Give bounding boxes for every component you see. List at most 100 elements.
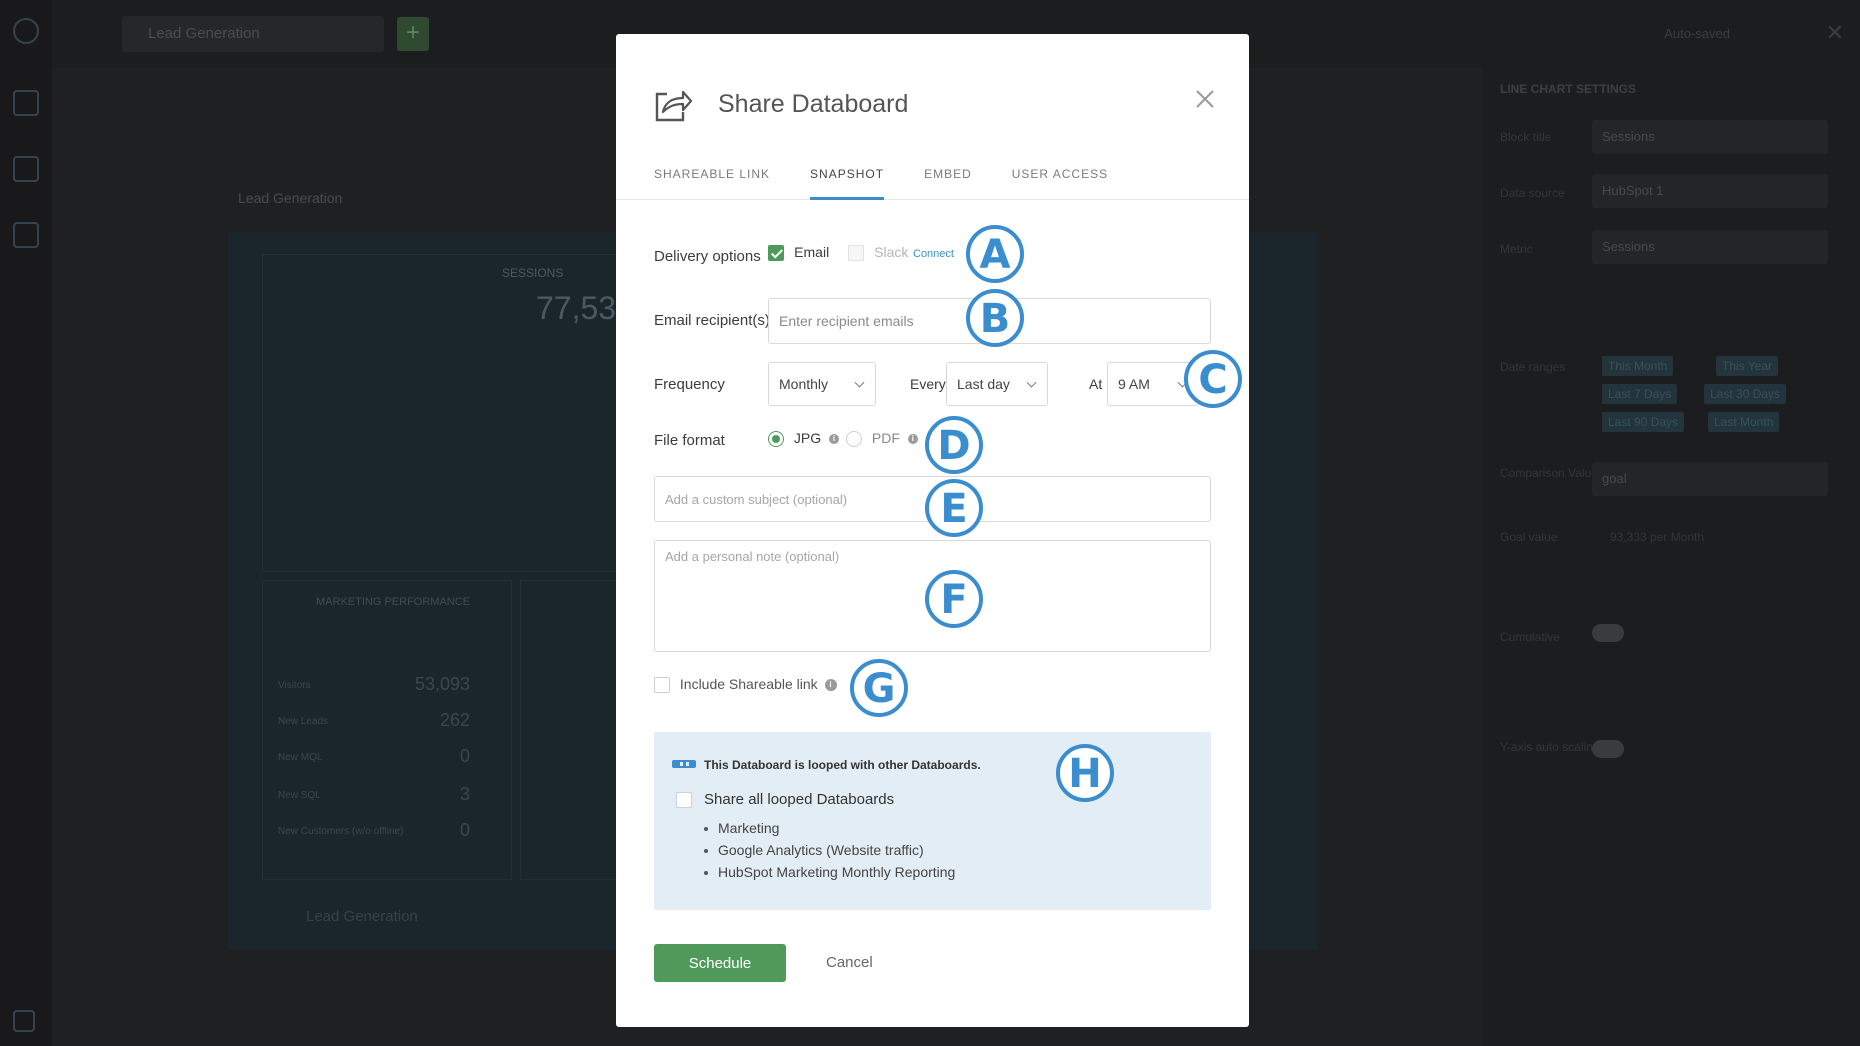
date-range-tag[interactable]: Last 7 Days bbox=[1602, 384, 1678, 404]
y-axis-label: Y-axis auto scaling bbox=[1500, 740, 1600, 754]
file-format-label: File format bbox=[654, 432, 725, 449]
every-label: Every bbox=[910, 376, 946, 392]
frequency-select[interactable]: Monthly bbox=[768, 362, 876, 406]
info-icon[interactable]: i bbox=[824, 679, 837, 692]
info-icon[interactable]: i bbox=[829, 434, 840, 445]
table-row: New Leads 262 bbox=[278, 710, 470, 730]
email-checkbox[interactable] bbox=[768, 245, 784, 262]
close-icon[interactable] bbox=[1194, 88, 1216, 110]
info-icon[interactable]: i bbox=[907, 434, 918, 445]
subject-placeholder: Add a custom subject (optional) bbox=[665, 491, 848, 507]
sessions-label: SESSIONS bbox=[502, 266, 564, 280]
modal-title: Share Databoard bbox=[718, 90, 909, 118]
cumulative-toggle[interactable] bbox=[1592, 624, 1624, 642]
jpg-option[interactable]: JPG i bbox=[768, 430, 840, 448]
databox-logo-icon bbox=[13, 18, 39, 44]
marker-h: H bbox=[1056, 744, 1114, 802]
cancel-button[interactable]: Cancel bbox=[826, 954, 873, 971]
note-placeholder: Add a personal note (optional) bbox=[665, 549, 840, 564]
left-sidebar bbox=[0, 0, 52, 1046]
pdf-option[interactable]: PDF i bbox=[846, 430, 918, 448]
y-axis-toggle[interactable] bbox=[1592, 740, 1624, 758]
metrics-icon[interactable] bbox=[13, 156, 39, 182]
modal-header: Share Databoard SHAREABLE LINK SNAPSHOT … bbox=[616, 34, 1249, 200]
chevron-down-icon bbox=[854, 377, 865, 388]
databoard-footer-title: Lead Generation bbox=[306, 908, 418, 925]
list-item: Marketing bbox=[704, 820, 955, 842]
cumulative-label: Cumulative bbox=[1500, 630, 1561, 644]
email-recipients-placeholder: Enter recipient emails bbox=[779, 313, 914, 329]
include-link-checkbox[interactable] bbox=[654, 677, 670, 694]
looped-title: This Databoard is looped with other Data… bbox=[704, 758, 981, 772]
chevron-down-icon bbox=[1026, 377, 1037, 388]
share-icon bbox=[655, 90, 693, 122]
looped-databoards-box: This Databoard is looped with other Data… bbox=[654, 732, 1211, 910]
list-item: Google Analytics (Website traffic) bbox=[704, 842, 955, 864]
marker-e: E bbox=[925, 479, 983, 537]
table-row: New Customers (w/o offline) 0 bbox=[278, 820, 470, 840]
jpg-radio[interactable] bbox=[768, 431, 784, 448]
date-range-tag[interactable]: Last 90 Days bbox=[1602, 412, 1685, 432]
settings-panel-title: LINE CHART SETTINGS bbox=[1500, 82, 1637, 96]
slack-option-label: Slack bbox=[874, 244, 909, 260]
tab-shareable-link[interactable]: SHAREABLE LINK bbox=[654, 164, 770, 200]
jpg-label: JPG bbox=[793, 430, 822, 446]
reports-icon[interactable] bbox=[13, 222, 39, 248]
frequency-value: Monthly bbox=[779, 376, 829, 392]
comparison-label: Comparison Value bbox=[1500, 466, 1598, 480]
email-recipients-label: Email recipient(s) bbox=[654, 312, 770, 329]
metric-select[interactable]: Sessions bbox=[1592, 230, 1828, 264]
goal-value: 93,333 per Month bbox=[1610, 530, 1705, 544]
sidebar-toggle-icon[interactable] bbox=[13, 1010, 35, 1032]
share-tabs: SHAREABLE LINK SNAPSHOT EMBED USER ACCES… bbox=[654, 164, 1148, 200]
date-range-tag[interactable]: Last Month bbox=[1708, 412, 1780, 432]
share-databoard-modal: Share Databoard SHAREABLE LINK SNAPSHOT … bbox=[616, 34, 1249, 1027]
table-row: New MQL 0 bbox=[278, 746, 470, 766]
autosaved-status: Auto-saved bbox=[1664, 26, 1730, 41]
date-range-tag[interactable]: Last 30 Days bbox=[1704, 384, 1787, 404]
include-link-option[interactable]: Include Shareable link i bbox=[654, 676, 837, 694]
marker-a: A bbox=[966, 225, 1024, 283]
block-title-input[interactable]: Sessions bbox=[1592, 120, 1828, 154]
email-option-label: Email bbox=[794, 244, 830, 260]
share-all-looped-checkbox[interactable] bbox=[676, 792, 692, 808]
pdf-radio[interactable] bbox=[846, 431, 862, 448]
schedule-button[interactable]: Schedule bbox=[654, 944, 786, 982]
block-title-label: Block title bbox=[1500, 130, 1552, 144]
time-value: 9 AM bbox=[1118, 376, 1150, 392]
tab-embed[interactable]: EMBED bbox=[924, 164, 972, 200]
designer-close-icon[interactable]: ✕ bbox=[1826, 20, 1844, 46]
date-range-tag[interactable]: This Year bbox=[1716, 356, 1779, 376]
loop-icon bbox=[672, 760, 696, 768]
every-select[interactable]: Last day bbox=[946, 362, 1048, 406]
databoard-dropdown[interactable]: Lead Generation bbox=[122, 16, 384, 52]
marker-f: F bbox=[925, 570, 983, 628]
data-source-select[interactable]: HubSpot 1 bbox=[1592, 174, 1828, 208]
email-option[interactable]: Email bbox=[768, 244, 830, 262]
databoard-title: Lead Generation bbox=[238, 190, 343, 206]
every-value: Last day bbox=[957, 376, 1010, 392]
date-range-tag[interactable]: This Month bbox=[1602, 356, 1674, 376]
pdf-label: PDF bbox=[871, 430, 900, 446]
looped-databoards-list: Marketing Google Analytics (Website traf… bbox=[704, 820, 955, 886]
settings-panel bbox=[1482, 68, 1860, 1046]
share-all-looped-label[interactable]: Share all looped Databoards bbox=[704, 791, 894, 808]
marker-d: D bbox=[925, 416, 983, 474]
slack-connect-link[interactable]: Connect bbox=[913, 248, 954, 260]
at-label: At bbox=[1089, 376, 1103, 392]
slack-checkbox bbox=[848, 245, 864, 262]
table-row: Visitors 53,093 bbox=[278, 674, 470, 694]
frequency-label: Frequency bbox=[654, 376, 725, 393]
databoards-icon[interactable] bbox=[13, 90, 39, 116]
include-link-label: Include Shareable link bbox=[679, 676, 818, 692]
marker-c: C bbox=[1184, 350, 1242, 408]
add-databoard-button[interactable]: + bbox=[397, 17, 429, 51]
tab-user-access[interactable]: USER ACCESS bbox=[1012, 164, 1108, 200]
marketing-performance-title: MARKETING PERFORMANCE bbox=[316, 596, 471, 608]
tab-snapshot[interactable]: SNAPSHOT bbox=[810, 164, 885, 200]
data-source-label: Data source bbox=[1500, 186, 1565, 200]
goal-label: Goal value bbox=[1500, 530, 1558, 544]
slack-option: Slack bbox=[848, 244, 909, 262]
date-ranges-label: Date ranges bbox=[1500, 360, 1566, 374]
comparison-select[interactable]: goal bbox=[1592, 462, 1828, 496]
